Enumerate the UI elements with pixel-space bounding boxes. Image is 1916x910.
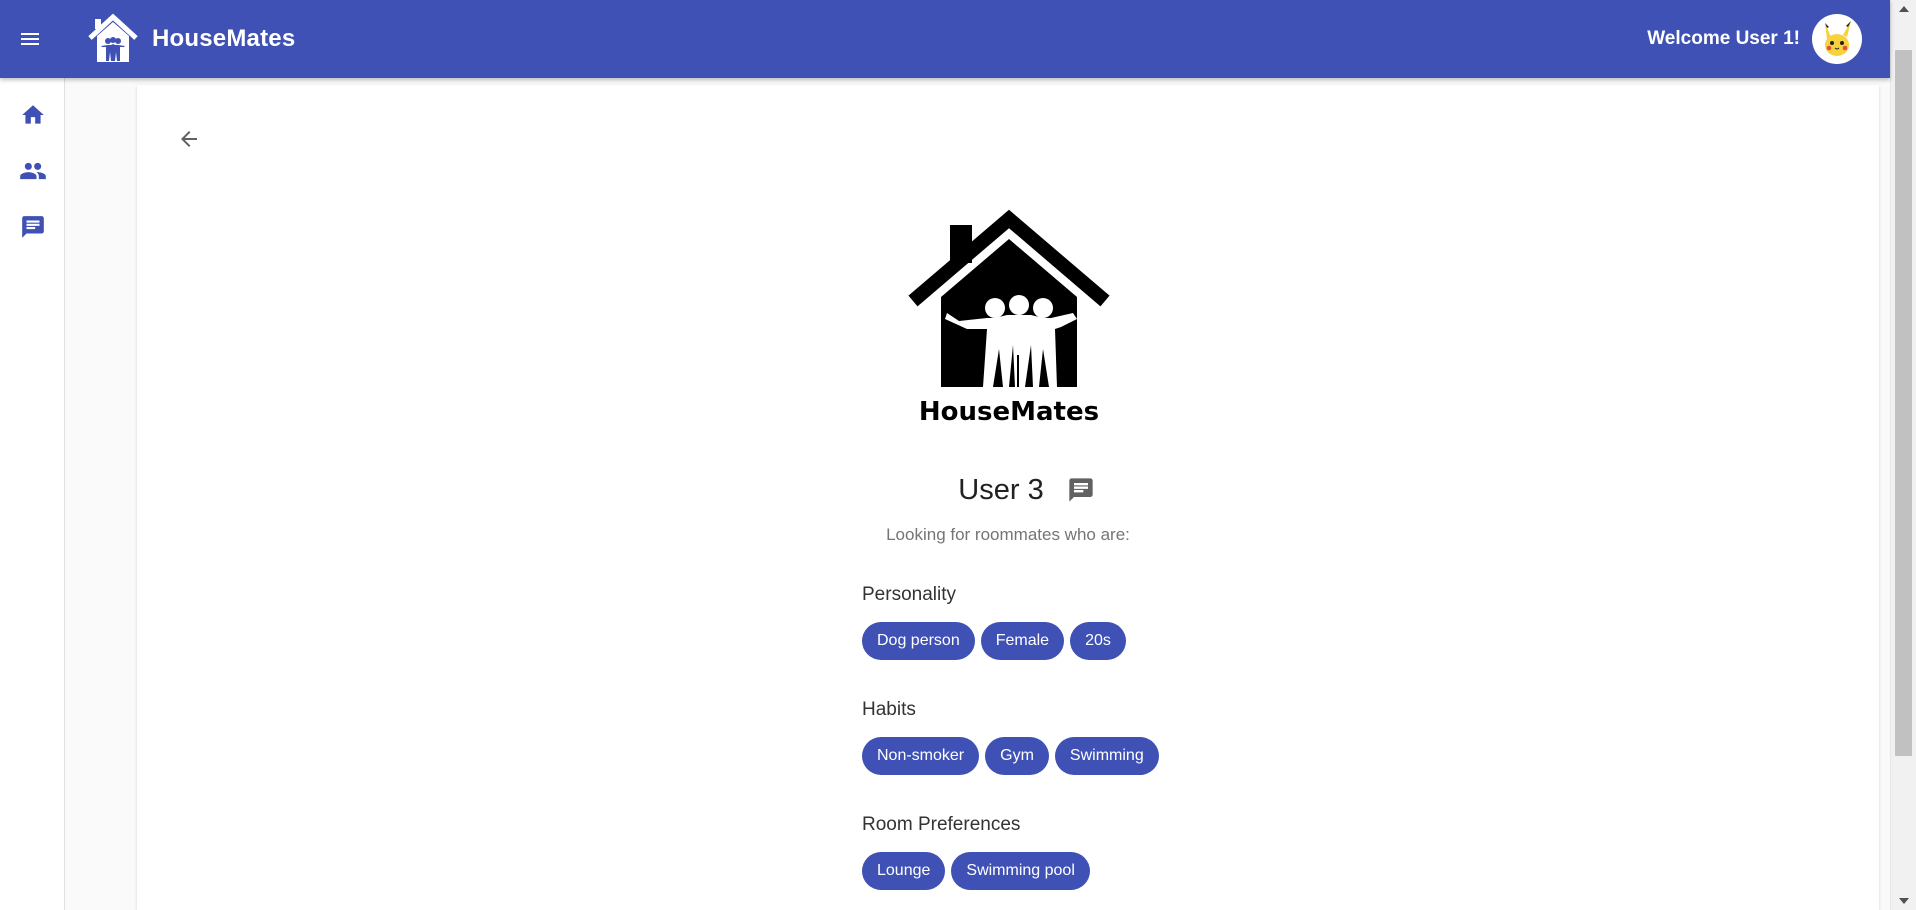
top-app-bar: HouseMates Welcome User 1! — [0, 0, 1890, 78]
chip[interactable]: Dog person — [862, 622, 975, 660]
pikachu-avatar-icon — [1825, 21, 1851, 56]
housemates-logo-icon — [88, 13, 138, 62]
nav-item-home[interactable] — [0, 87, 65, 143]
section-habits: Habits Non-smoker Gym Swimming — [862, 699, 1165, 775]
section-room-preferences: Room Preferences Lounge Swimming pool — [862, 814, 1096, 890]
chat-icon — [21, 216, 44, 238]
section-personality: Personality Dog person Female 20s — [862, 584, 1132, 660]
people-icon — [19, 162, 46, 180]
logo-text: HouseMates — [919, 397, 1099, 427]
vertical-scrollbar[interactable] — [1890, 0, 1916, 910]
app-root: HouseMates Welcome User 1! HouseMates Us… — [0, 0, 1916, 910]
welcome-text: Welcome User 1! — [1647, 28, 1800, 49]
section-title: Room Preferences — [862, 814, 1021, 835]
profile-name: User 3 — [958, 473, 1044, 506]
message-user-button[interactable] — [1064, 473, 1098, 507]
brand[interactable]: HouseMates — [86, 12, 295, 66]
scroll-up-arrow-icon[interactable] — [1899, 6, 1909, 12]
housemates-profile-logo: HouseMates — [895, 205, 1123, 433]
chip[interactable]: Swimming pool — [951, 852, 1090, 890]
chip[interactable]: Lounge — [862, 852, 946, 890]
chip[interactable]: Gym — [985, 737, 1049, 775]
back-button[interactable] — [169, 119, 209, 159]
chip-list: Lounge Swimming pool — [862, 852, 1096, 890]
nav-item-messages[interactable] — [0, 199, 65, 255]
avatar[interactable] — [1812, 14, 1862, 64]
user-area: Welcome User 1! — [1647, 14, 1862, 64]
chat-icon — [1069, 478, 1093, 502]
chip-list: Non-smoker Gym Swimming — [862, 737, 1165, 775]
content-gutter — [65, 78, 137, 910]
profile-subtitle: Looking for roommates who are: — [886, 525, 1130, 544]
side-nav — [0, 78, 65, 910]
section-title: Habits — [862, 699, 916, 720]
section-title: Personality — [862, 584, 956, 605]
menu-icon — [21, 33, 39, 45]
chip[interactable]: Swimming — [1054, 737, 1159, 775]
profile-card: HouseMates User 3 Looking for roommates … — [137, 85, 1879, 910]
chip-list: Dog person Female 20s — [862, 622, 1132, 660]
scroll-down-arrow-icon[interactable] — [1899, 898, 1909, 904]
chip[interactable]: Female — [980, 622, 1065, 660]
arrow-back-icon — [181, 131, 197, 147]
chip[interactable]: 20s — [1070, 622, 1126, 660]
scroll-thumb[interactable] — [1895, 50, 1912, 756]
brand-name: HouseMates — [152, 25, 296, 52]
home-icon — [21, 105, 44, 124]
profile-name-row: User 3 — [137, 473, 1879, 507]
menu-button[interactable] — [0, 0, 60, 78]
chip[interactable]: Non-smoker — [862, 737, 980, 775]
nav-item-people[interactable] — [0, 143, 65, 199]
